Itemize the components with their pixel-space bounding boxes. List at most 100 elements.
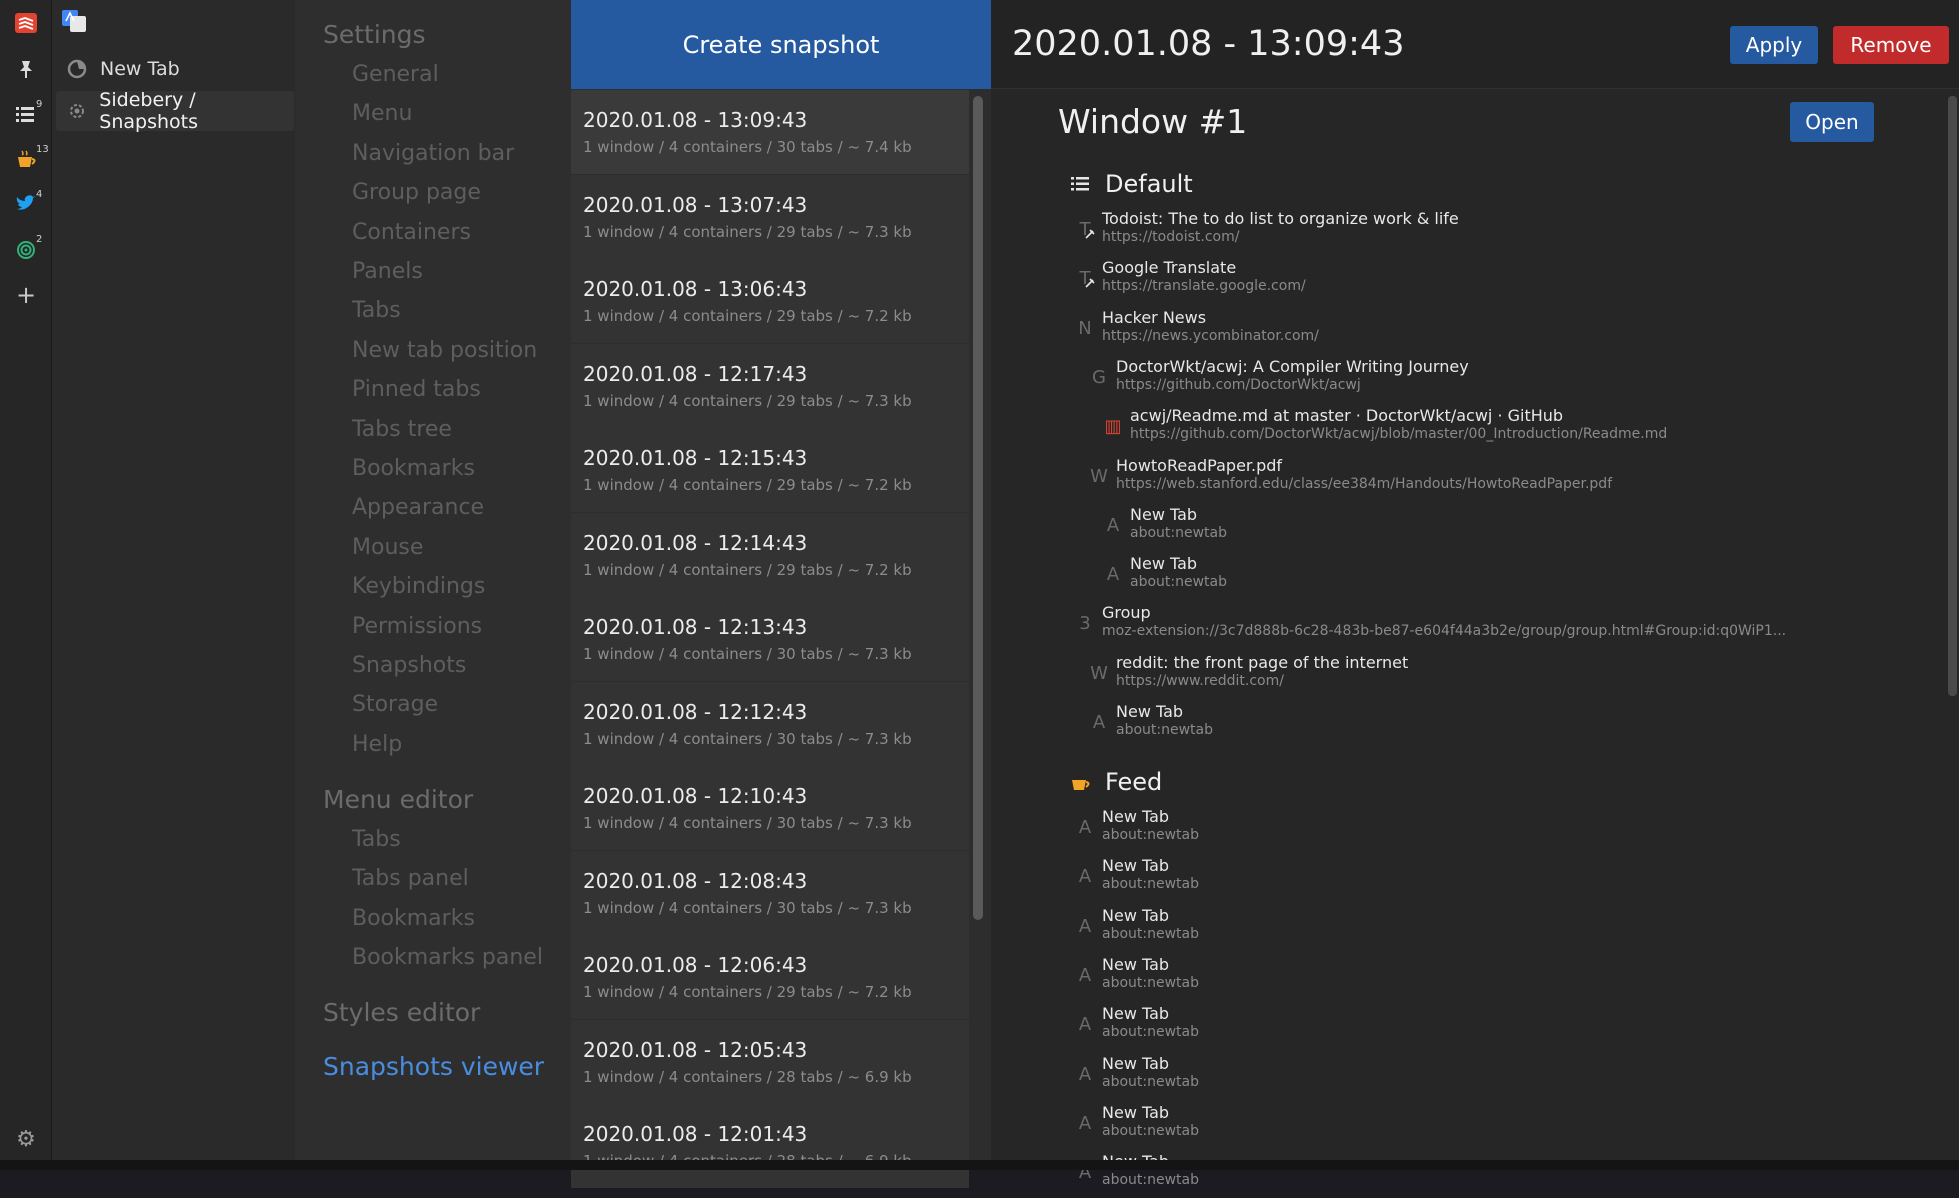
snapshot-tab-url: https://www.reddit.com/ (1116, 672, 1284, 689)
nav-tabs[interactable]: Tabs (352, 298, 401, 323)
nav-new-tab-position[interactable]: New tab position (352, 338, 537, 363)
snapshot-tab-title: New Tab (1130, 504, 1198, 524)
todoist-icon[interactable] (0, 6, 52, 40)
snapshot-item[interactable]: 2020.01.08 - 12:05:43 1 window / 4 contai… (571, 1019, 969, 1104)
snapshot-tab-url: about:newtab (1130, 574, 1228, 591)
twitter-icon[interactable]: 4 (0, 187, 52, 221)
nav-keybindings[interactable]: Keybindings (352, 574, 485, 599)
pin-icon (1084, 225, 1096, 244)
snapshot-item[interactable]: 2020.01.08 - 13:06:43 1 window / 4 contai… (571, 259, 969, 343)
coffee-icon[interactable]: 13 (0, 142, 52, 176)
settings-icon[interactable]: ⚙ (0, 1122, 52, 1156)
panel-name: Default (1105, 170, 1193, 198)
nav-storage[interactable]: Storage (352, 692, 438, 717)
nav-settings[interactable]: Settings (323, 20, 426, 49)
nav-menu[interactable]: Menu (352, 101, 412, 126)
pinned-tabs (62, 8, 86, 38)
snapshot-tab-url: https://news.ycombinator.com/ (1102, 327, 1319, 344)
nav-snapshots-viewer[interactable]: Snapshots viewer (323, 1052, 544, 1081)
snapshot-tab-url: https://todoist.com/ (1102, 229, 1240, 245)
snapshot-tab-title: New Tab (1102, 856, 1170, 876)
nav-menu-editor[interactable]: Menu editor (323, 785, 473, 814)
snapshots-scrollbar[interactable] (973, 96, 983, 920)
nav-menu-tabs[interactable]: Tabs (352, 827, 401, 852)
snapshot-item-title: 2020.01.08 - 12:10:43 (583, 784, 808, 808)
snapshot-item[interactable]: 2020.01.08 - 12:06:43 1 window / 4 contai… (571, 935, 969, 1019)
snapshot-item-title: 2020.01.08 - 12:08:43 (583, 868, 808, 893)
list-icon[interactable]: 9 (0, 97, 52, 131)
nav-tabs-tree[interactable]: Tabs tree (352, 417, 452, 442)
create-snapshot-button[interactable]: Create snapshot (571, 0, 991, 89)
nav-pinned-tabs[interactable]: Pinned tabs (352, 377, 481, 402)
snapshot-tab-url: about:newtab (1102, 1122, 1200, 1139)
snapshot-item-title: 2020.01.08 - 12:05:43 (583, 1037, 808, 1062)
tab-favicon-icon: ▥ (1104, 416, 1122, 438)
window-title: Window #1 (1058, 102, 1248, 141)
snapshot-item-info: 1 window / 4 containers / 29 tabs / ~ 7.… (583, 222, 912, 241)
tab-label: Sidebery / Snapshots (99, 89, 199, 133)
snapshot-item[interactable]: 2020.01.08 - 12:14:43 1 window / 4 contai… (571, 512, 969, 597)
snapshot-tab-title: acwj/Readme.md at master · DoctorWkt/acw… (1130, 406, 1564, 426)
panel-heading-feed: Feed (1069, 767, 1162, 797)
snapshot-item[interactable]: 2020.01.08 - 13:07:43 1 window / 4 contai… (571, 174, 969, 259)
apply-button[interactable]: Apply (1730, 26, 1818, 64)
snapshot-tab-title: Todoist: The to do list to organize work… (1102, 209, 1459, 228)
snapshot-item[interactable]: 2020.01.08 - 12:12:43 1 window / 4 contai… (571, 681, 969, 766)
nav-bookmarks[interactable]: Bookmarks (352, 456, 475, 481)
add-panel-icon[interactable]: + (0, 278, 52, 312)
snapshot-tab-title: DoctorWkt/acwj: A Compiler Writing Journ… (1116, 356, 1469, 376)
detail-scrollbar[interactable] (1948, 96, 1957, 696)
tabs-panel: New Tab Sidebery / Snapshots (52, 0, 295, 1160)
tab-favicon-icon: G (1092, 366, 1106, 388)
snapshot-item-title: 2020.01.08 - 12:14:43 (583, 530, 808, 555)
snapshot-detail: 2020.01.08 - 13:09:43 Apply Remove Windo… (991, 0, 1959, 1188)
tab-favicon-icon: A (1078, 964, 1092, 986)
nav-appearance[interactable]: Appearance (352, 495, 484, 520)
nav-snapshots[interactable]: Snapshots (352, 653, 466, 678)
nav-menu-bookmarks-panel[interactable]: Bookmarks panel (352, 945, 543, 970)
snapshot-item-title: 2020.01.08 - 12:06:43 (583, 953, 808, 977)
snapshot-tab-url: about:newtab (1116, 722, 1214, 738)
nav-menu-tabs-panel[interactable]: Tabs panel (352, 866, 469, 891)
nav-containers[interactable]: Containers (352, 220, 471, 245)
snapshot-tab-url: moz-extension://3c7d888b-6c28-483b-be87-… (1102, 623, 1787, 640)
nav-styles-editor[interactable]: Styles editor (323, 998, 480, 1027)
snapshot-item-title: 2020.01.08 - 13:07:43 (583, 192, 808, 217)
google-translate-icon[interactable] (62, 10, 86, 36)
snapshot-title: 2020.01.08 - 13:09:43 (1012, 24, 1405, 64)
nav-general[interactable]: General (352, 62, 439, 87)
snapshot-tab-title: New Tab (1116, 702, 1184, 721)
snapshot-item[interactable]: 2020.01.08 - 12:13:43 1 window / 4 contai… (571, 597, 969, 681)
pin-icon[interactable] (0, 52, 52, 86)
nav-menu-bookmarks[interactable]: Bookmarks (352, 906, 475, 931)
remove-button[interactable]: Remove (1833, 26, 1949, 64)
snapshot-item[interactable]: 2020.01.08 - 13:09:43 1 window / 4 contai… (571, 90, 969, 174)
tab-favicon-icon: A (1078, 1112, 1092, 1134)
snapshot-item[interactable]: 2020.01.08 - 12:17:43 1 window / 4 contai… (571, 343, 969, 428)
snapshot-tab-url: about:newtab (1102, 1073, 1200, 1090)
snapshot-tab-url: about:newtab (1102, 876, 1200, 893)
nav-navigation-bar[interactable]: Navigation bar (352, 141, 514, 166)
nav-mouse[interactable]: Mouse (352, 535, 423, 560)
nav-permissions[interactable]: Permissions (352, 614, 482, 639)
snapshot-item[interactable]: 2020.01.08 - 12:01:431 window / 4 contai… (571, 1104, 969, 1188)
tab-sidebery-snapshots[interactable]: Sidebery / Snapshots (56, 89, 294, 133)
nav-group-page[interactable]: Group page (352, 180, 481, 205)
snapshot-tab-title: New Tab (1102, 807, 1170, 826)
tab-new-tab[interactable]: New Tab (56, 49, 294, 89)
snapshot-item-info: 1 window / 4 containers / 30 tabs / ~ 7.… (583, 814, 912, 832)
twitter-badge: 4 (36, 189, 43, 200)
open-window-button[interactable]: Open (1790, 102, 1874, 142)
snapshot-item[interactable]: 2020.01.08 - 12:08:43 1 window / 4 contai… (571, 850, 969, 935)
nav-help[interactable]: Help (352, 732, 402, 757)
snapshot-tab-title: Google Translate (1102, 258, 1237, 278)
snapshot-tab-title: New Tab (1102, 905, 1170, 925)
tab-favicon-icon: A (1078, 1063, 1092, 1085)
nav-panels[interactable]: Panels (352, 259, 423, 284)
fingerprint-icon[interactable]: 2 (0, 232, 52, 266)
snapshot-item[interactable]: 2020.01.08 - 12:15:43 1 window / 4 contai… (571, 428, 969, 512)
snapshot-item-info: 1 window / 4 containers / 30 tabs / ~ 7.… (583, 645, 912, 663)
snapshot-item-title: 2020.01.08 - 13:06:43 (583, 277, 808, 301)
snapshot-item[interactable]: 2020.01.08 - 12:10:43 1 window / 4 contai… (571, 766, 969, 850)
panel-heading-default: Default (1069, 169, 1193, 199)
